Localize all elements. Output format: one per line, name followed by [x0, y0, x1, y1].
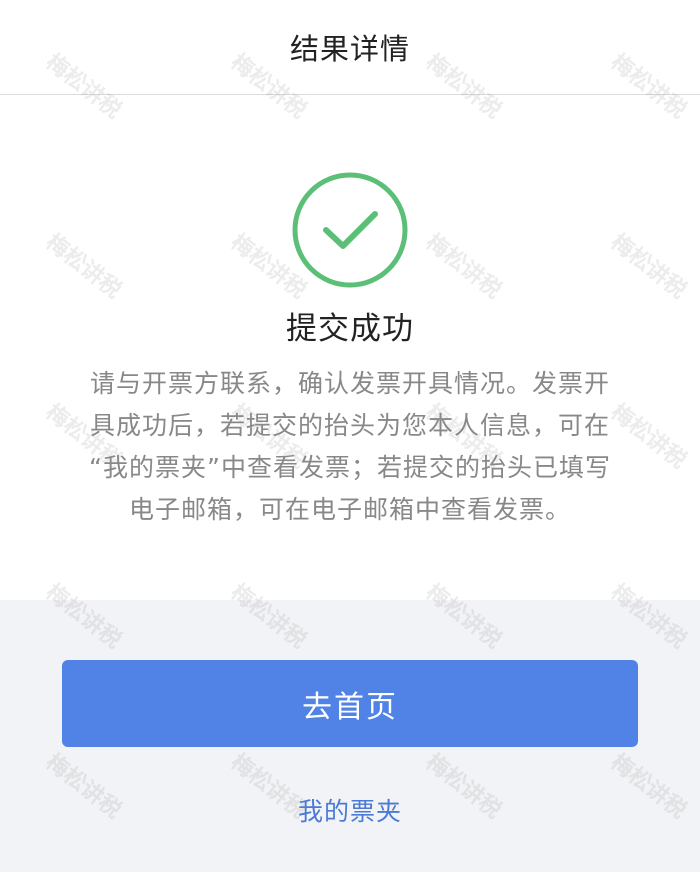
- description-line: 具成功后，若提交的抬头为您本人信息，可在: [89, 411, 610, 440]
- description-line: 请与开票方联系，确认发票开具情况。发票开: [89, 369, 610, 398]
- result-panel: 提交成功 请与开票方联系，确认发票开具情况。发票开 具成功后，若提交的抬头为您本…: [0, 95, 700, 600]
- go-home-button[interactable]: 去首页: [62, 660, 638, 747]
- my-ticket-folder-link[interactable]: 我的票夹: [0, 792, 700, 828]
- header-bar: 结果详情: [0, 0, 700, 95]
- result-description: 请与开票方联系，确认发票开具情况。发票开 具成功后，若提交的抬头为您本人信息，可…: [55, 363, 645, 531]
- page-title: 结果详情: [289, 32, 410, 66]
- description-line: “我的票夹”中查看发票；若提交的抬头已填写: [89, 453, 611, 482]
- result-title: 提交成功: [286, 311, 414, 347]
- check-circle-icon: [292, 172, 408, 288]
- action-area: 去首页 我的票夹: [0, 600, 700, 872]
- description-line: 电子邮箱，可在电子邮箱中查看发票。: [128, 495, 571, 524]
